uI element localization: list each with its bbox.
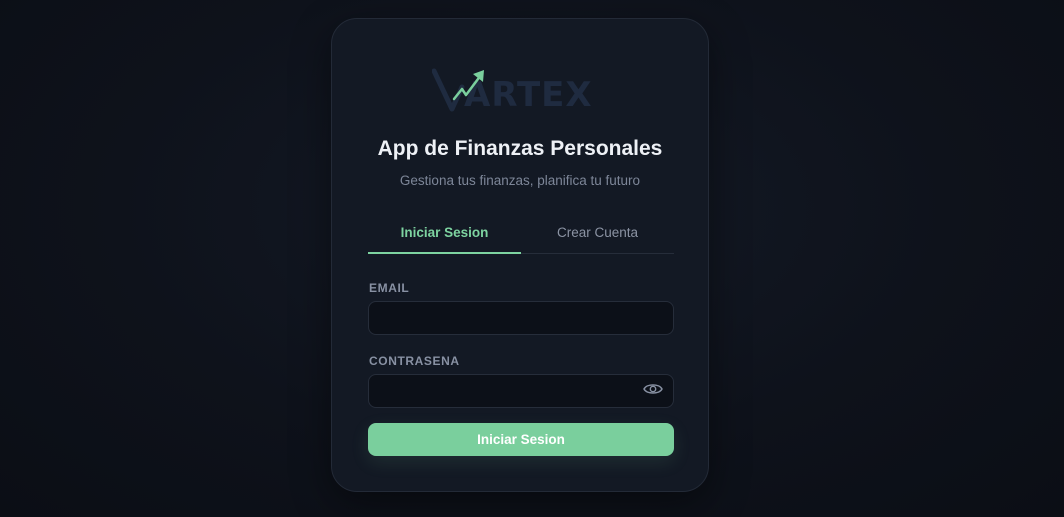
page-title: App de Finanzas Personales (377, 137, 663, 160)
page-subtitle: Gestiona tus finanzas, planifica tu futu… (399, 173, 641, 188)
login-submit-button[interactable]: Iniciar Sesion (368, 423, 674, 456)
password-field[interactable] (368, 374, 674, 408)
v-arrow-up-icon (432, 68, 484, 112)
auth-tabs: Iniciar Sesion Crear Cuenta (368, 217, 674, 254)
email-field[interactable] (368, 301, 674, 335)
tab-register[interactable]: Crear Cuenta (521, 217, 674, 253)
brand-logo: ARTEX (432, 65, 616, 117)
password-label: CONTRASENA (369, 354, 460, 368)
email-label: EMAIL (369, 281, 410, 295)
tab-login[interactable]: Iniciar Sesion (368, 217, 521, 254)
login-card: ARTEX App de Finanzas Personales Gestion… (331, 18, 709, 492)
eye-icon[interactable] (642, 380, 664, 398)
